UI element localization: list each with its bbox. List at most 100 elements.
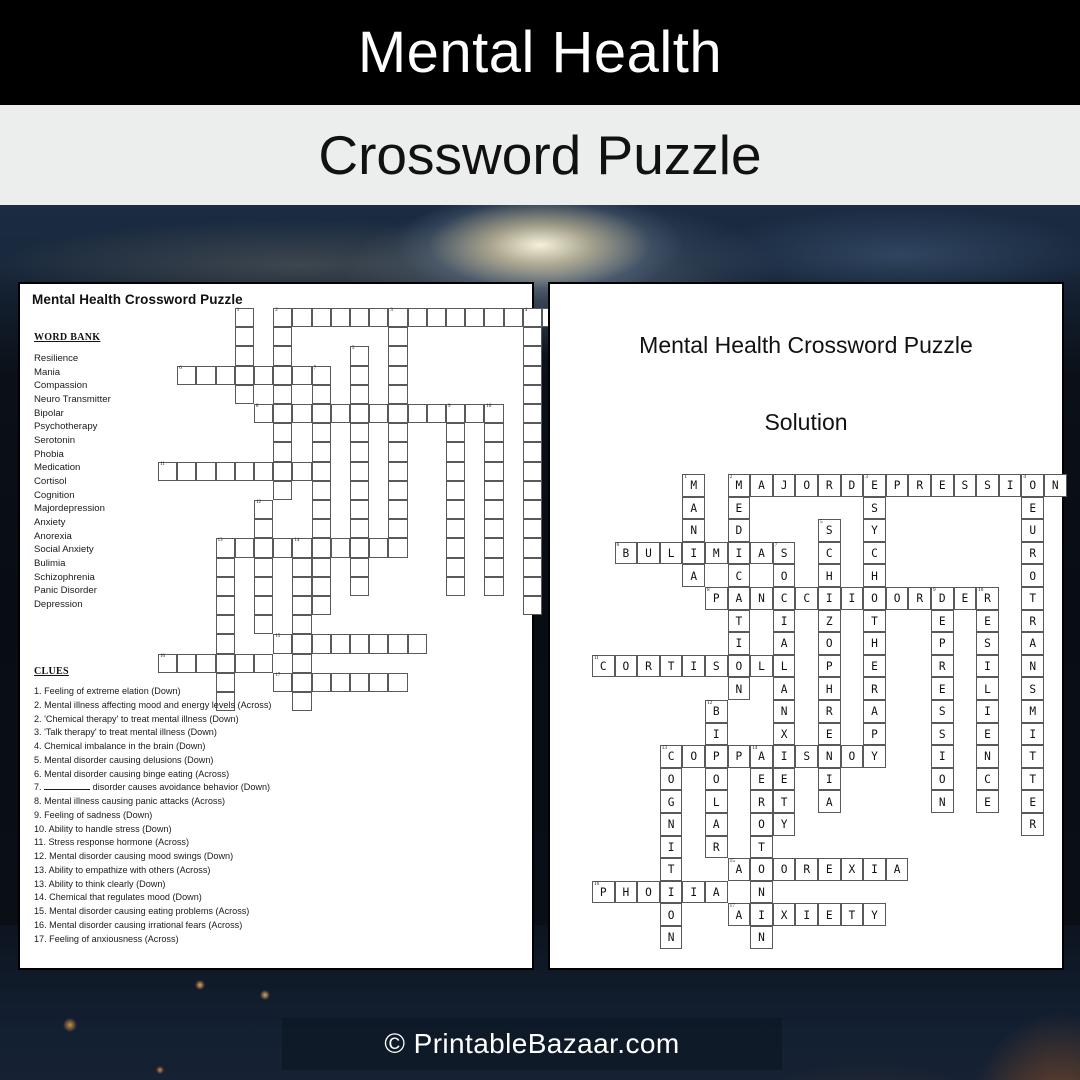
crossword-cell[interactable] bbox=[215, 461, 235, 481]
crossword-cell[interactable] bbox=[388, 423, 408, 443]
crossword-cell[interactable]: 15 bbox=[273, 634, 293, 654]
crossword-cell[interactable] bbox=[215, 557, 235, 577]
crossword-cell[interactable] bbox=[522, 519, 542, 539]
crossword-cell[interactable] bbox=[522, 384, 542, 404]
crossword-cell[interactable] bbox=[311, 404, 331, 424]
crossword-cell[interactable]: 8 bbox=[254, 404, 274, 424]
crossword-cell[interactable]: 12 bbox=[254, 500, 274, 520]
crossword-cell[interactable] bbox=[311, 557, 331, 577]
crossword-cell[interactable] bbox=[446, 519, 466, 539]
crossword-cell[interactable] bbox=[215, 365, 235, 385]
crossword-cell[interactable] bbox=[350, 538, 370, 558]
crossword-cell[interactable] bbox=[484, 519, 504, 539]
crossword-cell[interactable] bbox=[196, 365, 216, 385]
crossword-cell[interactable] bbox=[388, 327, 408, 347]
crossword-cell[interactable] bbox=[292, 615, 312, 635]
crossword-cell[interactable] bbox=[254, 519, 274, 539]
crossword-cell[interactable] bbox=[273, 404, 293, 424]
crossword-cell[interactable] bbox=[254, 461, 274, 481]
crossword-cell[interactable] bbox=[446, 576, 466, 596]
crossword-cell[interactable] bbox=[234, 384, 254, 404]
crossword-cell[interactable] bbox=[369, 634, 389, 654]
crossword-cell[interactable]: 11 bbox=[158, 461, 178, 481]
crossword-cell[interactable] bbox=[369, 538, 389, 558]
crossword-cell[interactable] bbox=[388, 672, 408, 692]
crossword-cell[interactable] bbox=[330, 308, 350, 328]
crossword-cell[interactable] bbox=[465, 404, 485, 424]
crossword-cell[interactable] bbox=[484, 480, 504, 500]
crossword-cell[interactable]: 13 bbox=[215, 538, 235, 558]
crossword-cell[interactable] bbox=[330, 538, 350, 558]
crossword-cell[interactable] bbox=[273, 365, 293, 385]
crossword-cell[interactable] bbox=[446, 500, 466, 520]
crossword-cell[interactable] bbox=[215, 596, 235, 616]
crossword-cell[interactable] bbox=[350, 404, 370, 424]
crossword-cell[interactable] bbox=[234, 346, 254, 366]
crossword-cell[interactable] bbox=[350, 576, 370, 596]
crossword-cell[interactable] bbox=[234, 538, 254, 558]
crossword-cell[interactable] bbox=[350, 519, 370, 539]
crossword-cell[interactable] bbox=[522, 500, 542, 520]
crossword-cell[interactable] bbox=[254, 615, 274, 635]
crossword-cell[interactable] bbox=[311, 308, 331, 328]
crossword-cell[interactable] bbox=[446, 461, 466, 481]
crossword-cell[interactable] bbox=[484, 442, 504, 462]
crossword-cell[interactable] bbox=[484, 423, 504, 443]
crossword-cell[interactable] bbox=[311, 500, 331, 520]
crossword-cell[interactable]: 14 bbox=[292, 538, 312, 558]
crossword-cell[interactable] bbox=[311, 461, 331, 481]
crossword-cell[interactable] bbox=[350, 634, 370, 654]
crossword-cell[interactable] bbox=[522, 327, 542, 347]
crossword-cell[interactable] bbox=[388, 538, 408, 558]
crossword-cell[interactable] bbox=[522, 404, 542, 424]
crossword-cell[interactable]: 1 bbox=[234, 308, 254, 328]
crossword-cell[interactable] bbox=[311, 423, 331, 443]
crossword-cell[interactable] bbox=[484, 557, 504, 577]
crossword-cell[interactable] bbox=[292, 404, 312, 424]
crossword-cell[interactable]: 10 bbox=[484, 404, 504, 424]
crossword-cell[interactable] bbox=[350, 480, 370, 500]
crossword-cell[interactable] bbox=[215, 576, 235, 596]
crossword-cell[interactable] bbox=[407, 404, 427, 424]
crossword-cell[interactable] bbox=[388, 384, 408, 404]
crossword-cell[interactable] bbox=[254, 576, 274, 596]
crossword-cell[interactable] bbox=[177, 461, 197, 481]
crossword-cell[interactable] bbox=[254, 596, 274, 616]
crossword-cell[interactable] bbox=[522, 423, 542, 443]
crossword-cell[interactable] bbox=[388, 346, 408, 366]
crossword-cell[interactable] bbox=[254, 538, 274, 558]
crossword-cell[interactable] bbox=[446, 480, 466, 500]
crossword-cell[interactable] bbox=[215, 615, 235, 635]
crossword-cell[interactable] bbox=[350, 423, 370, 443]
crossword-cell[interactable] bbox=[350, 461, 370, 481]
crossword-cell[interactable] bbox=[292, 634, 312, 654]
crossword-cell[interactable] bbox=[273, 442, 293, 462]
crossword-cell[interactable] bbox=[311, 576, 331, 596]
crossword-cell[interactable] bbox=[522, 557, 542, 577]
crossword-cell[interactable]: 5 bbox=[350, 346, 370, 366]
crossword-cell[interactable] bbox=[522, 538, 542, 558]
crossword-cell[interactable] bbox=[292, 557, 312, 577]
crossword-cell[interactable] bbox=[522, 365, 542, 385]
crossword-cell[interactable] bbox=[446, 442, 466, 462]
crossword-cell[interactable] bbox=[484, 538, 504, 558]
crossword-cell[interactable] bbox=[388, 519, 408, 539]
crossword-cell[interactable] bbox=[273, 327, 293, 347]
crossword-cell[interactable] bbox=[311, 442, 331, 462]
crossword-cell[interactable] bbox=[350, 384, 370, 404]
crossword-cell[interactable] bbox=[388, 461, 408, 481]
crossword-cell[interactable] bbox=[292, 308, 312, 328]
crossword-cell[interactable] bbox=[350, 442, 370, 462]
crossword-cell[interactable] bbox=[407, 308, 427, 328]
crossword-cell[interactable] bbox=[369, 672, 389, 692]
crossword-cell[interactable] bbox=[446, 423, 466, 443]
crossword-cell[interactable] bbox=[292, 461, 312, 481]
crossword-cell[interactable] bbox=[522, 480, 542, 500]
crossword-cell[interactable] bbox=[311, 634, 331, 654]
crossword-cell[interactable] bbox=[273, 423, 293, 443]
crossword-cell[interactable] bbox=[273, 480, 293, 500]
crossword-cell[interactable] bbox=[292, 596, 312, 616]
crossword-cell[interactable] bbox=[522, 576, 542, 596]
crossword-cell[interactable] bbox=[311, 596, 331, 616]
crossword-cell[interactable] bbox=[522, 461, 542, 481]
